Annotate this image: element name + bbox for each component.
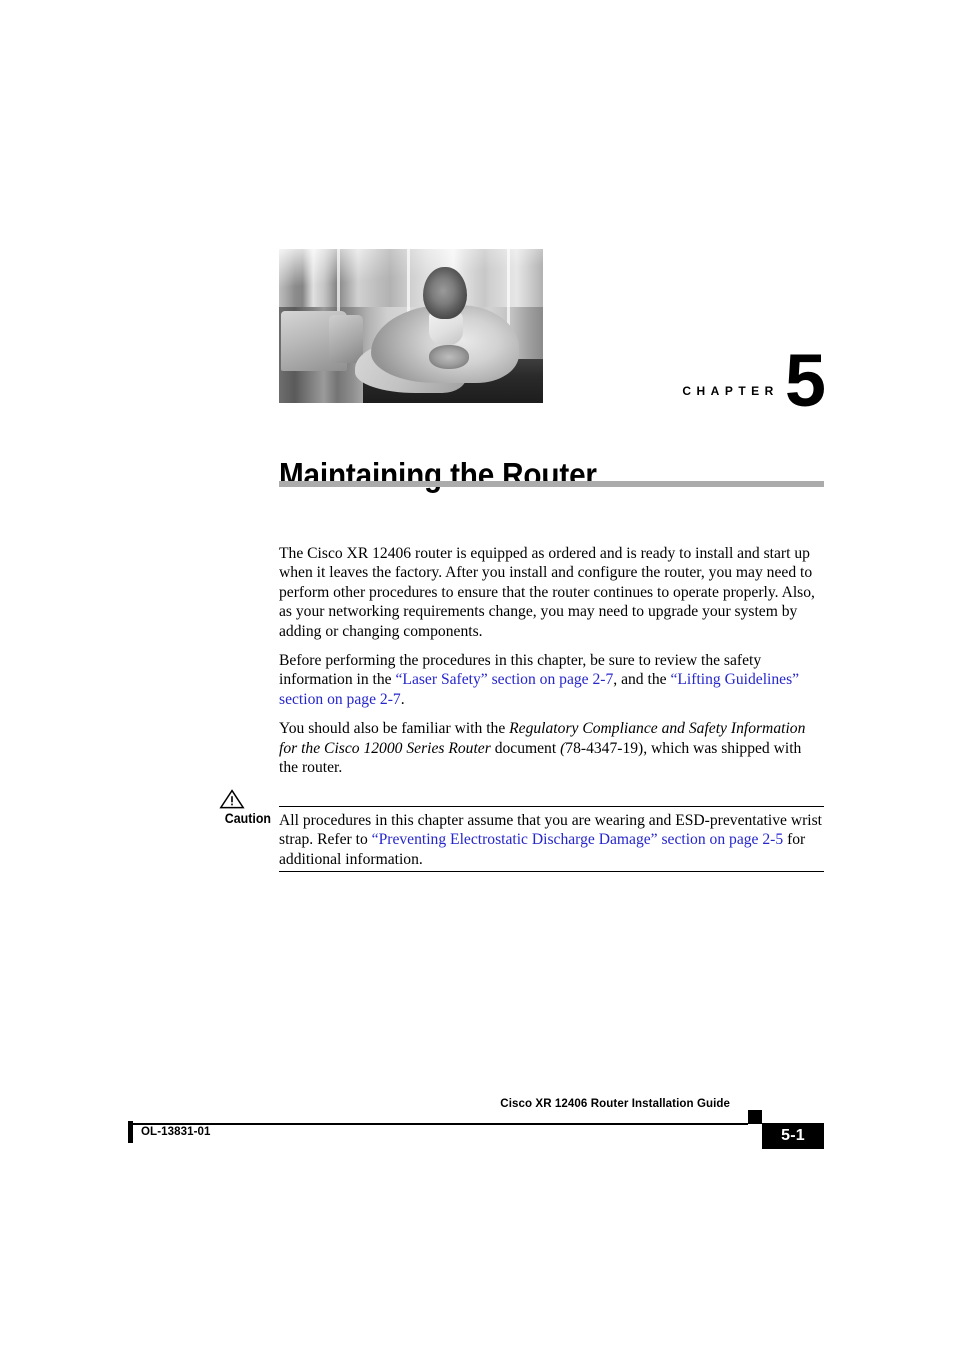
paragraph-intro: The Cisco XR 12406 router is equipped as… [279,545,815,640]
title-divider-rule [279,481,824,487]
footer-tab-marker [748,1110,762,1124]
paragraph-regulatory-middle: document [490,739,561,757]
chapter-label: CHAPTER [682,380,779,399]
photo-person-head [423,267,467,319]
chapter-label-group: CHAPTER 5 [562,327,826,422]
warning-triangle-icon [219,789,245,809]
chapter-opener-photo [279,249,543,403]
paragraph-safety-tail: . [400,690,405,708]
page-footer: Cisco XR 12406 Router Installation Guide… [0,1096,954,1158]
caution-top-rule [279,806,824,807]
footer-page-number: 5-1 [781,1127,805,1144]
caution-label: Caution [224,811,271,826]
chapter-opener: CHAPTER 5 [279,249,826,422]
caution-text: All procedures in this chapter assume th… [279,811,824,869]
footer-divider-rule [131,1123,748,1125]
photo-side-chair [329,315,363,363]
paragraph-safety-middle: , and the [613,671,671,689]
paragraph-safety-refs: Before performing the procedures in this… [279,651,824,709]
photo-person-hands [429,345,469,369]
caution-bottom-rule [279,871,824,872]
footer-document-id: OL-13831-01 [141,1124,211,1138]
paragraph-regulatory-doc: You should also be familiar with the Reg… [279,719,824,777]
photo-window-band [279,249,543,307]
footer-left-marker [128,1121,133,1143]
link-laser-safety[interactable]: “Laser Safety” section on page 2-7 [396,671,614,688]
page-title: Maintaining the Router [279,456,597,494]
body-text-column: The Cisco XR 12406 router is equipped as… [279,544,824,777]
document-page: CHAPTER 5 Maintaining the Router The Cis… [0,0,954,1351]
link-preventing-esd-damage[interactable]: “Preventing Electrostatic Discharge Dama… [372,831,784,848]
chapter-number: 5 [784,338,826,422]
paragraph-regulatory-lead: You should also be familiar with the [279,720,510,738]
footer-guide-title: Cisco XR 12406 Router Installation Guide [500,1096,730,1110]
